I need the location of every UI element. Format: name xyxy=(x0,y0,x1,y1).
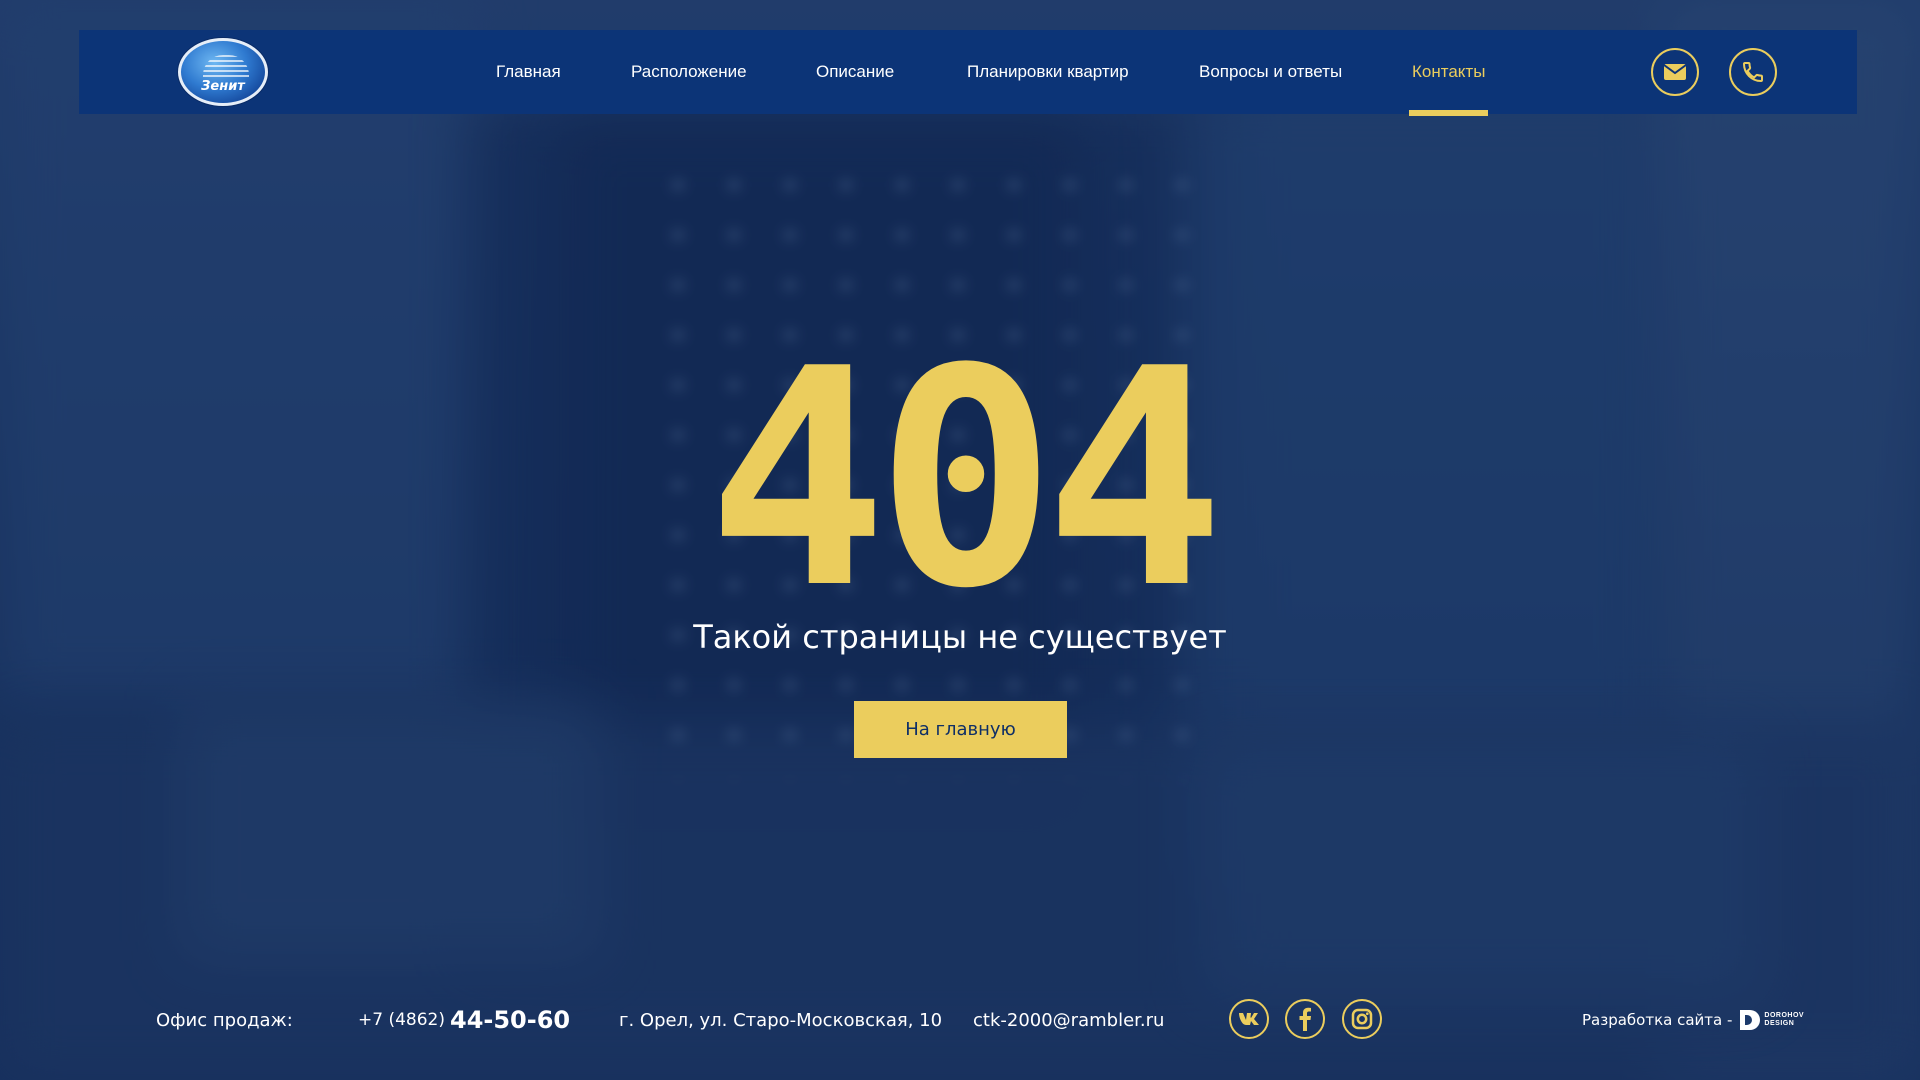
site-footer: Офис продаж: +7 (4862) 44-50-60 г. Орел,… xyxy=(0,990,1920,1050)
vk-link[interactable] xyxy=(1229,999,1269,1039)
vk-icon xyxy=(1239,1013,1259,1025)
mail-button[interactable] xyxy=(1651,48,1699,96)
error-message: Такой страницы не существует xyxy=(693,618,1227,656)
main-navigation: Главная Расположение Описание Планировки… xyxy=(79,30,1857,116)
nav-item-faq[interactable]: Вопросы и ответы xyxy=(1199,30,1342,114)
nav-item-description[interactable]: Описание xyxy=(816,30,894,114)
mail-icon xyxy=(1663,64,1687,80)
developer-credit[interactable]: Разработка сайта - DOROHOV DESIGN xyxy=(1582,990,1804,1050)
office-label: Офис продаж: xyxy=(156,1009,293,1031)
facebook-icon xyxy=(1299,1007,1311,1031)
developer-name-line2: DESIGN xyxy=(1764,1020,1795,1027)
email-link[interactable]: ctk-2000@rambler.ru xyxy=(973,990,1164,1050)
developer-label: Разработка сайта - xyxy=(1582,1011,1733,1029)
developer-name-line1: DOROHOV xyxy=(1764,1012,1805,1019)
nav-item-location[interactable]: Расположение xyxy=(631,30,747,114)
phone-button[interactable] xyxy=(1729,48,1777,96)
office-address: г. Орел, ул. Старо-Московская, 10 xyxy=(619,1009,943,1031)
dorohov-design-logo: DOROHOV DESIGN xyxy=(1740,1010,1804,1030)
instagram-link[interactable] xyxy=(1342,999,1382,1039)
office-phone[interactable]: +7 (4862) 44-50-60 xyxy=(358,990,570,1050)
phone-icon xyxy=(1742,62,1763,83)
error-code: 404 xyxy=(707,305,1225,654)
phone-prefix: +7 (4862) xyxy=(358,1010,445,1030)
nav-item-contacts[interactable]: Контакты xyxy=(1408,30,1489,116)
facebook-link[interactable] xyxy=(1285,999,1325,1039)
instagram-icon xyxy=(1351,1008,1373,1030)
nav-item-home[interactable]: Главная xyxy=(496,30,561,114)
phone-number: 44-50-60 xyxy=(450,1006,571,1034)
nav-item-floor-plans[interactable]: Планировки квартир xyxy=(967,30,1129,114)
go-home-button[interactable]: На главную xyxy=(854,701,1067,758)
site-header: Зенит Главная Расположение Описание План… xyxy=(79,30,1857,116)
